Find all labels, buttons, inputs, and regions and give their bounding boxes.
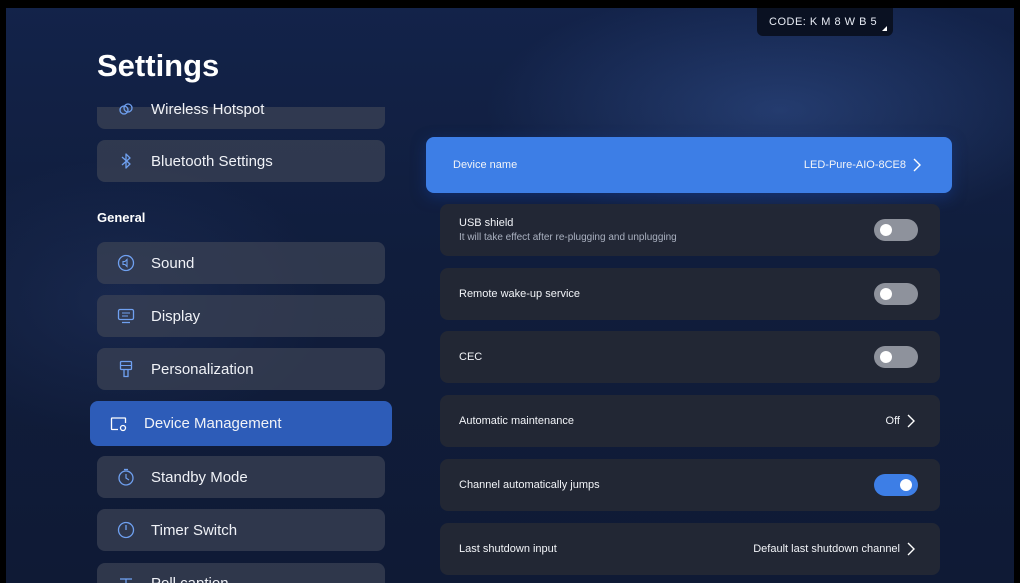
last-shutdown-input-value: Default last shutdown channel xyxy=(753,543,900,555)
power-icon xyxy=(117,521,135,539)
top-edge xyxy=(0,0,1020,8)
chevron-right-icon xyxy=(906,414,918,428)
chevron-right-icon xyxy=(912,158,924,172)
code-label: CODE: K M 8 W B 5 xyxy=(769,16,878,28)
sidebar-item-personalization[interactable]: Personalization xyxy=(97,348,385,390)
sidebar-item-wireless-hotspot[interactable]: Wireless Hotspot xyxy=(97,101,385,129)
sidebar-item-standby-mode[interactable]: Standby Mode xyxy=(97,456,385,498)
device-management-icon xyxy=(110,415,128,433)
usb-shield-toggle[interactable] xyxy=(874,219,918,241)
sidebar-item-label: Bluetooth Settings xyxy=(151,152,273,170)
sidebar-item-poll-caption[interactable]: Poll caption xyxy=(97,563,385,583)
code-badge: CODE: K M 8 W B 5 xyxy=(757,8,893,36)
page-title: Settings xyxy=(97,48,220,83)
usb-shield-row[interactable]: USB shield It will take effect after re-… xyxy=(440,204,940,256)
device-name-label: Device name xyxy=(453,159,518,171)
display-icon xyxy=(117,307,135,325)
last-shutdown-input-row[interactable]: Last shutdown input Default last shutdow… xyxy=(440,523,940,575)
sidebar-item-label: Sound xyxy=(151,254,195,272)
cec-label: CEC xyxy=(459,351,483,363)
sound-icon xyxy=(117,254,135,272)
right-edge xyxy=(1014,0,1020,583)
corner-icon xyxy=(882,26,887,31)
remote-wakeup-label: Remote wake-up service xyxy=(459,288,581,300)
toggle-knob xyxy=(880,351,892,363)
automatic-maintenance-row[interactable]: Automatic maintenance Off xyxy=(440,395,940,447)
sidebar-item-display[interactable]: Display xyxy=(97,295,385,337)
section-general-label: General xyxy=(97,210,146,225)
caption-icon xyxy=(117,575,135,583)
sidebar-item-label: Display xyxy=(151,307,201,325)
sidebar-item-label: Wireless Hotspot xyxy=(151,101,265,118)
hotspot-icon xyxy=(117,100,135,118)
sidebar-item-device-management[interactable]: Device Management xyxy=(90,401,392,446)
toggle-knob xyxy=(900,479,912,491)
toggle-knob xyxy=(880,288,892,300)
cec-toggle[interactable] xyxy=(874,346,918,368)
last-shutdown-input-label: Last shutdown input xyxy=(459,543,557,555)
channel-jumps-row[interactable]: Channel automatically jumps xyxy=(440,459,940,511)
cec-row[interactable]: CEC xyxy=(440,331,940,383)
sidebar-item-label: Standby Mode xyxy=(151,468,248,486)
channel-jumps-label: Channel automatically jumps xyxy=(459,479,600,491)
automatic-maintenance-value: Off xyxy=(885,415,900,427)
automatic-maintenance-label: Automatic maintenance xyxy=(459,415,574,427)
standby-icon xyxy=(117,468,135,486)
chevron-right-icon xyxy=(906,542,918,556)
device-name-value: LED-Pure-AIO-8CE8 xyxy=(803,159,906,171)
usb-shield-description: It will take effect after re-plugging an… xyxy=(459,232,677,243)
settings-screen: CODE: K M 8 W B 5 Settings Wireless Hots… xyxy=(0,0,1020,583)
left-edge xyxy=(0,0,6,583)
remote-wakeup-toggle[interactable] xyxy=(874,283,918,305)
sidebar-item-bluetooth-settings[interactable]: Bluetooth Settings xyxy=(97,140,385,182)
sidebar-item-label: Personalization xyxy=(151,360,254,378)
sidebar-item-label: Device Management xyxy=(144,415,282,432)
personalization-icon xyxy=(117,360,135,378)
remote-wakeup-row[interactable]: Remote wake-up service xyxy=(440,268,940,320)
channel-jumps-toggle[interactable] xyxy=(874,474,918,496)
toggle-knob xyxy=(880,224,892,236)
sidebar-item-label: Timer Switch xyxy=(151,521,238,539)
sidebar-item-sound[interactable]: Sound xyxy=(97,242,385,284)
bluetooth-icon xyxy=(117,152,135,170)
sidebar-item-timer-switch[interactable]: Timer Switch xyxy=(97,509,385,551)
device-name-row[interactable]: Device name LED-Pure-AIO-8CE8 xyxy=(426,137,952,193)
sidebar-item-label: Poll caption xyxy=(151,575,229,583)
usb-shield-label: USB shield xyxy=(459,217,514,229)
